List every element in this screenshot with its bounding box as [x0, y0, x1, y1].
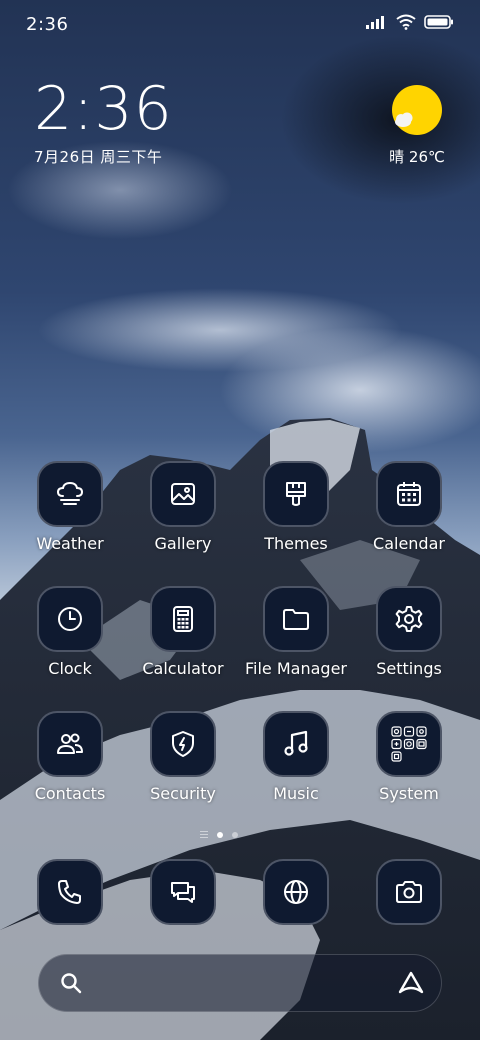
app-weather[interactable]: Weather: [15, 461, 125, 553]
app-label: File Manager: [245, 659, 347, 678]
page-indicator[interactable]: [200, 831, 238, 838]
weather-text: 晴 26℃: [389, 148, 445, 166]
dock-camera-button[interactable]: [354, 859, 464, 925]
page-dot-active: [217, 831, 223, 838]
dock-phone-button[interactable]: [15, 859, 125, 925]
dock-browser-button[interactable]: [241, 859, 351, 925]
app-label: Contacts: [34, 784, 106, 803]
app-label: Clock: [48, 659, 92, 678]
status-time: 2:36: [26, 14, 69, 35]
contacts-icon: [37, 711, 103, 777]
clock-widget[interactable]: 2:36 7月26日 周三下午: [34, 78, 173, 167]
app-music[interactable]: Music: [241, 711, 351, 803]
dock-messages-button[interactable]: [128, 859, 238, 925]
app-settings[interactable]: Settings: [354, 586, 464, 678]
app-file-manager[interactable]: File Manager: [241, 586, 351, 678]
app-label: Security: [150, 784, 216, 803]
gear-icon: [376, 586, 442, 652]
app-system-folder[interactable]: System: [354, 711, 464, 803]
sunny-partly-cloudy-icon: [391, 84, 443, 136]
widget-time: 2:36: [34, 74, 173, 144]
clock-icon: [37, 586, 103, 652]
app-security[interactable]: Security: [128, 711, 238, 803]
app-clock[interactable]: Clock: [15, 586, 125, 678]
app-label: Calculator: [142, 659, 224, 678]
app-contacts[interactable]: Contacts: [15, 711, 125, 803]
weather-widget[interactable]: 晴 26℃: [382, 84, 452, 167]
music-note-icon: [263, 711, 329, 777]
messages-icon: [150, 859, 216, 925]
signal-icon: [366, 16, 384, 29]
page-indicator-list-icon: [200, 831, 208, 838]
app-calendar[interactable]: Calendar: [354, 461, 464, 553]
app-label: Settings: [376, 659, 442, 678]
app-themes[interactable]: Themes: [241, 461, 351, 553]
app-label: Weather: [36, 534, 104, 553]
folder-icon: [263, 586, 329, 652]
wifi-icon: [396, 14, 416, 30]
security-shield-icon: [150, 711, 216, 777]
app-label: Gallery: [154, 534, 212, 553]
app-gallery[interactable]: Gallery: [128, 461, 238, 553]
search-icon[interactable]: [59, 971, 83, 995]
phone-icon: [37, 859, 103, 925]
weather-fog-icon: [37, 461, 103, 527]
status-bar: 2:36: [0, 0, 480, 50]
assistant-icon[interactable]: [397, 970, 425, 996]
widget-date: 7月26日 周三下午: [34, 148, 163, 166]
calendar-icon: [376, 461, 442, 527]
app-label: System: [379, 784, 439, 803]
app-label: Calendar: [373, 534, 445, 553]
paintbrush-icon: [263, 461, 329, 527]
app-calculator[interactable]: Calculator: [128, 586, 238, 678]
battery-icon: [424, 15, 453, 29]
app-label: Themes: [264, 534, 328, 553]
app-label: Music: [273, 784, 319, 803]
browser-globe-icon: [263, 859, 329, 925]
gallery-icon: [150, 461, 216, 527]
calculator-icon: [150, 586, 216, 652]
search-bar[interactable]: [38, 954, 442, 1012]
camera-icon: [376, 859, 442, 925]
folder-grid-icon: [376, 711, 442, 777]
page-dot: [232, 831, 238, 838]
status-icons: [366, 14, 454, 30]
